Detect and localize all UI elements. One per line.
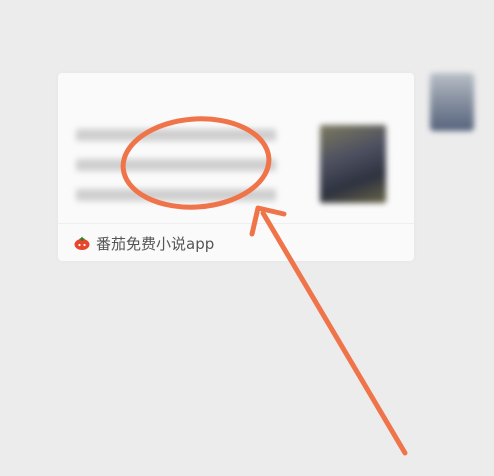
card-description-line <box>76 129 276 141</box>
source-app-label: 番茄免费小说app <box>96 235 215 253</box>
tomato-icon <box>74 236 90 250</box>
shared-novel-card[interactable]: 番茄免费小说app <box>58 73 414 261</box>
card-body-blurred <box>58 73 414 223</box>
card-thumbnail <box>320 125 386 203</box>
card-footer[interactable]: 番茄免费小说app <box>58 223 414 262</box>
card-description-line <box>76 159 276 171</box>
chat-area: 番茄免费小说app <box>0 0 494 476</box>
card-description-line <box>76 189 276 201</box>
user-avatar[interactable] <box>430 73 474 131</box>
